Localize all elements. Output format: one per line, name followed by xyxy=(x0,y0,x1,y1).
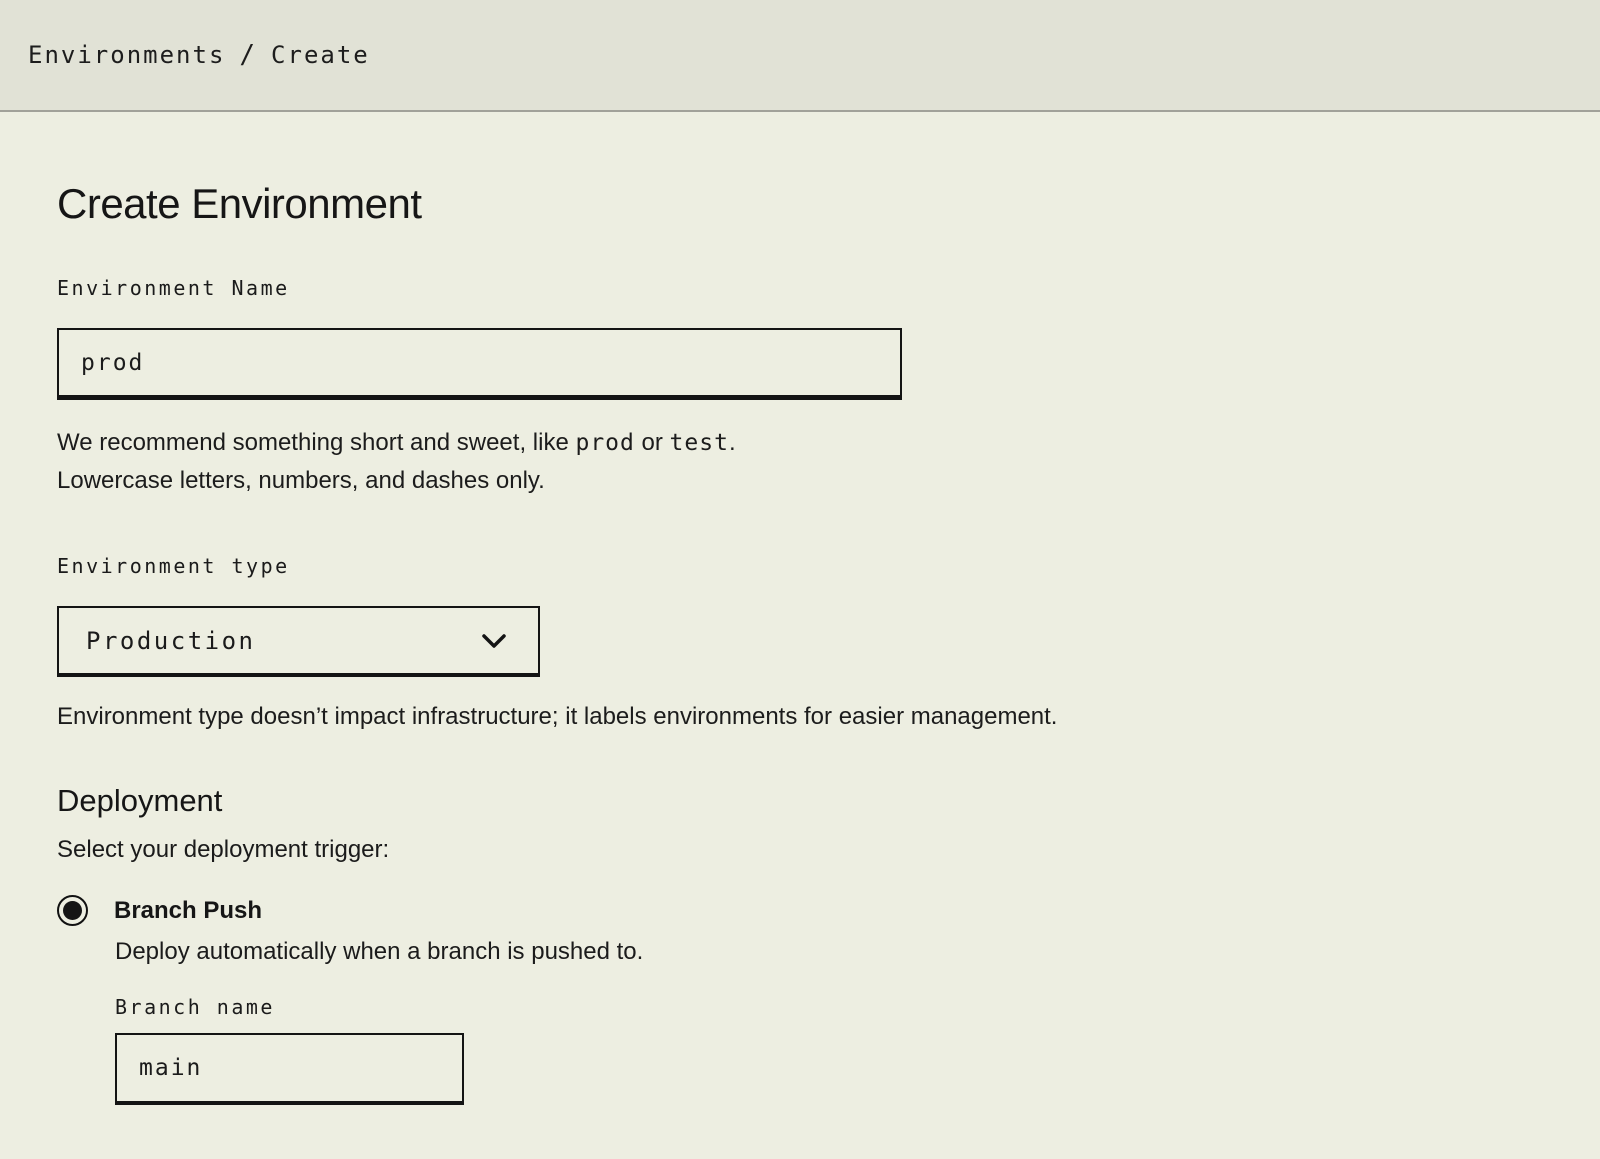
branch-name-input[interactable] xyxy=(115,1033,464,1105)
breadcrumb-bar: Environments / Create xyxy=(0,0,1600,112)
help-line-2: Lowercase letters, numbers, and dashes o… xyxy=(57,462,1540,500)
environment-type-label: Environment type xyxy=(57,554,1540,578)
deployment-heading: Deployment xyxy=(57,783,1540,819)
help-text: . xyxy=(729,429,736,456)
breadcrumb-environments[interactable]: Environments xyxy=(28,41,225,69)
branch-name-label: Branch name xyxy=(115,995,1540,1019)
help-code-test: test xyxy=(670,430,729,456)
branch-push-description: Deploy automatically when a branch is pu… xyxy=(115,935,1540,969)
environment-type-value: Production xyxy=(86,627,256,655)
chevron-down-icon xyxy=(478,631,510,651)
page-title: Create Environment xyxy=(57,180,1540,228)
breadcrumb-create[interactable]: Create xyxy=(271,41,370,69)
breadcrumb-separator: / xyxy=(239,40,257,70)
branch-push-option-body: Deploy automatically when a branch is pu… xyxy=(115,935,1540,1105)
radio-button-icon[interactable] xyxy=(57,895,88,926)
environment-type-help: Environment type doesn’t impact infrastr… xyxy=(57,699,1540,735)
radio-branch-push-label[interactable]: Branch Push xyxy=(114,897,262,925)
environment-name-help: We recommend something short and sweet, … xyxy=(57,424,1540,500)
radio-branch-push[interactable]: Branch Push xyxy=(57,895,1540,926)
help-text: or xyxy=(635,429,670,456)
help-line-1: We recommend something short and sweet, … xyxy=(57,424,1540,462)
help-text: We recommend something short and sweet, … xyxy=(57,429,575,456)
radio-selected-dot xyxy=(63,901,82,920)
environment-name-label: Environment Name xyxy=(57,276,1540,300)
help-code-prod: prod xyxy=(575,430,634,456)
breadcrumb: Environments / Create xyxy=(28,40,370,70)
create-environment-form: Create Environment Environment Name We r… xyxy=(0,112,1600,1105)
environment-type-select[interactable]: Production xyxy=(57,606,540,677)
environment-name-input[interactable] xyxy=(57,328,902,400)
deployment-subtitle: Select your deployment trigger: xyxy=(57,833,1540,867)
